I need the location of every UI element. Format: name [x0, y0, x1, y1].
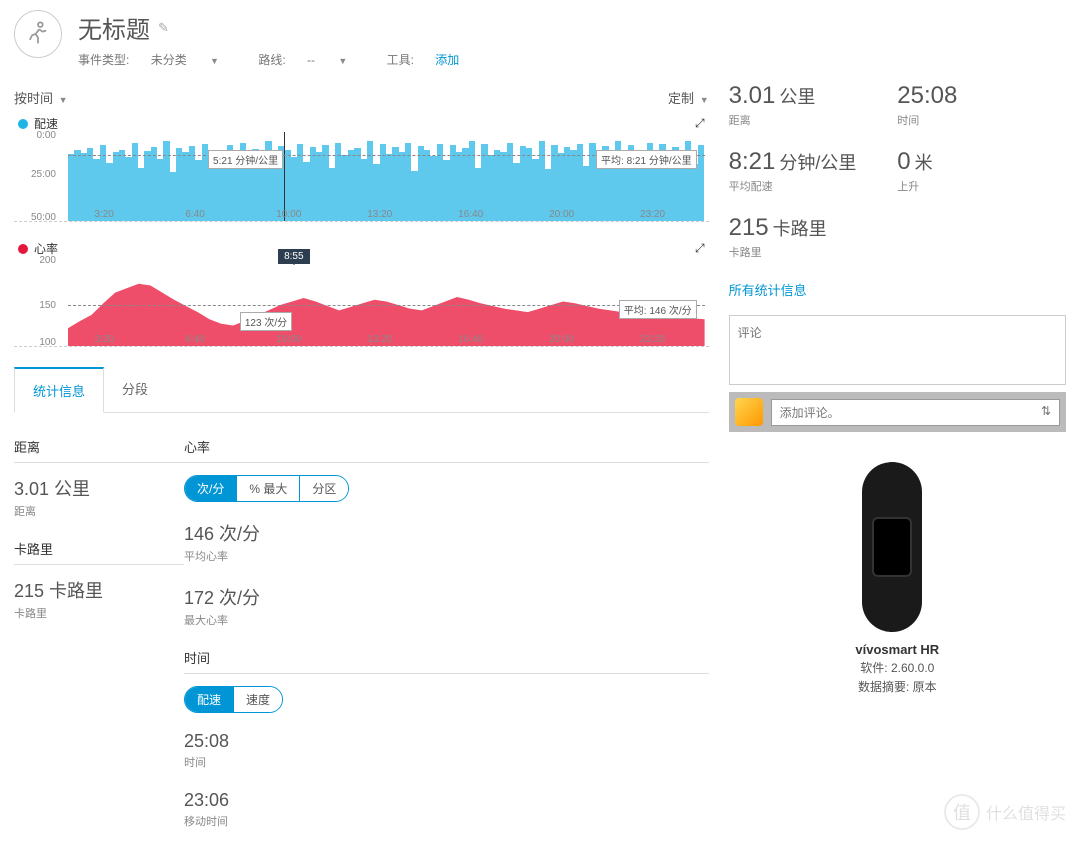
hr-unit-pills: 次/分 % 最大 分区 [184, 475, 349, 502]
all-stats-link[interactable]: 所有统计信息 [729, 280, 807, 299]
expand-pace-icon[interactable]: ⤢ [695, 116, 705, 131]
tab-stats[interactable]: 统计信息 [14, 367, 104, 413]
tools-label: 工具: 添加 [387, 53, 460, 67]
add-tool-link[interactable]: 添加 [435, 53, 459, 67]
calories-section-title: 卡路里 [14, 539, 184, 565]
moving-time-value: 23:06 [184, 790, 709, 811]
route-selector[interactable]: 路线: -- ▼ [258, 53, 365, 67]
avg-hr-value: 146 次/分 [184, 520, 709, 546]
edit-title-icon[interactable]: ✎ [158, 20, 169, 36]
comment-visibility-select[interactable]: 添加评论。⇅ [771, 399, 1060, 426]
hr-legend-dot [18, 244, 28, 254]
expand-hr-icon[interactable]: ⤢ [695, 241, 705, 256]
comment-textarea[interactable] [729, 315, 1066, 385]
hr-tooltip: 123 次/分 [240, 312, 292, 331]
pill-speed[interactable]: 速度 [233, 687, 282, 712]
pill-bpm[interactable]: 次/分 [185, 476, 236, 501]
total-time-value: 25:08 [184, 731, 709, 752]
max-hr-value: 172 次/分 [184, 584, 709, 610]
user-avatar [735, 398, 763, 426]
hr-y-axis: 200 150 100 [14, 257, 62, 346]
pill-pct-max[interactable]: % 最大 [236, 476, 299, 501]
summary-time: 25:08 时间 [897, 82, 1066, 128]
time-section-title: 时间 [184, 648, 709, 674]
summary-calories: 215卡路里 卡路里 [729, 214, 898, 260]
event-type-selector[interactable]: 事件类型: 未分类 ▼ [78, 53, 237, 67]
calories-value: 215 卡路里 [14, 577, 184, 603]
watermark: 值 什么值得买 [944, 794, 1066, 830]
hr-chart[interactable]: 心率 ⤢ 200 150 100 8:55 123 次/分 平均: 146 次/… [14, 240, 709, 347]
tab-segments[interactable]: 分段 [104, 367, 166, 412]
summary-elevation: 0米 上升 [897, 148, 1066, 194]
device-image [822, 462, 972, 632]
hr-avg-label: 平均: 146 次/分 [619, 300, 697, 319]
pill-zones[interactable]: 分区 [299, 476, 348, 501]
pace-tooltip: 5:21 分钟/公里 [208, 150, 283, 169]
activity-type-icon [14, 10, 62, 58]
device-name[interactable]: vívosmart HR [729, 642, 1066, 657]
pace-speed-pills: 配速 速度 [184, 686, 283, 713]
pace-avg-label: 平均: 8:21 分钟/公里 [596, 150, 697, 169]
x-axis-mode-selector[interactable]: 按时间 ▼ [14, 88, 68, 107]
pace-y-axis: 0:00 25:00 50:00 [14, 132, 62, 221]
pace-chart[interactable]: 配速 ⤢ 0:00 25:00 50:00 5:21 分钟/公里 平均: 8:2… [14, 115, 709, 222]
distance-section-title: 距离 [14, 437, 184, 463]
pill-pace[interactable]: 配速 [185, 687, 233, 712]
summary-pace: 8:21分钟/公里 平均配速 [729, 148, 898, 194]
distance-value: 3.01 公里 [14, 475, 184, 501]
hr-section-title: 心率 [184, 437, 709, 463]
pace-legend-dot [18, 119, 28, 129]
summary-distance: 3.01公里 距离 [729, 82, 898, 128]
page-title[interactable]: 无标题 [78, 10, 150, 45]
time-marker: 8:55 [278, 249, 309, 264]
customize-charts-selector[interactable]: 定制 ▼ [668, 88, 709, 107]
time-cursor-line [284, 132, 285, 221]
